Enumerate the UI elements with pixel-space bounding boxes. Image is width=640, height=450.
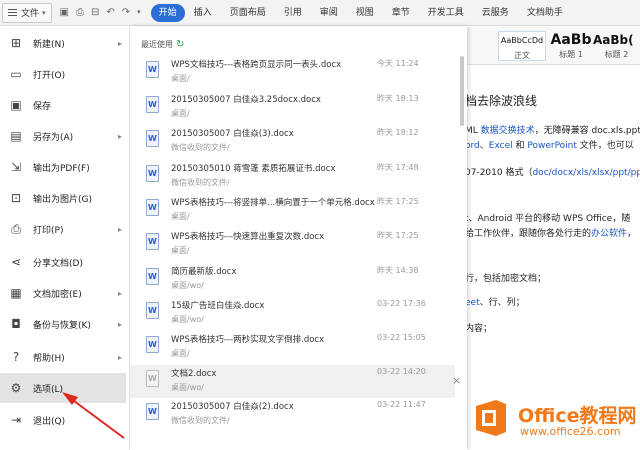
wps-window: 文件 ▾ ▣ ⎙ ⊟ ↶ ↷ ▾ 开始 插入 页面布局 引用 审阅 视图 章节 … [0, 0, 640, 450]
annotation-arrow [62, 392, 125, 439]
arrow-shaft [69, 397, 125, 439]
watermark-title: Office教程网 [518, 405, 637, 427]
office-logo-icon [476, 400, 506, 436]
watermark-logo: Office教程网 www.office26.com [466, 392, 637, 444]
watermark-url: www.office26.com [520, 425, 621, 438]
